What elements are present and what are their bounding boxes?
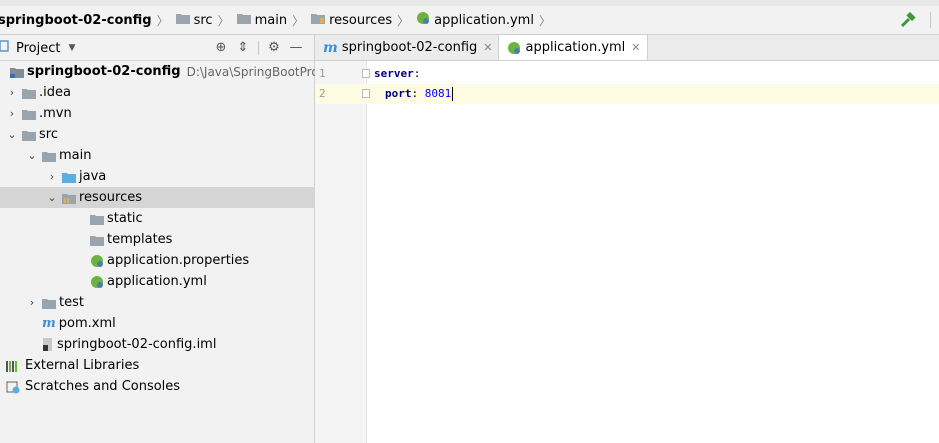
tab-application-yml[interactable]: application.yml ✕ xyxy=(499,35,648,60)
project-tree: springboot-02-config D:\Java\SpringBootP… xyxy=(0,61,341,397)
folder-icon xyxy=(236,12,251,28)
folder-icon xyxy=(22,129,36,141)
editor-tabs: m springboot-02-config ✕ application.yml… xyxy=(315,35,939,61)
menu-strip xyxy=(0,0,939,6)
tree-item-resources[interactable]: ⌄ resources xyxy=(0,187,315,208)
line-number: 1 xyxy=(319,67,326,80)
gear-icon[interactable]: ⚙ xyxy=(263,40,285,55)
yaml-value: 8081 xyxy=(424,87,452,100)
yaml-key: port xyxy=(385,87,412,100)
chevron-right-icon: 〉 xyxy=(292,13,305,28)
breadcrumb-item-main[interactable]: main xyxy=(235,12,287,28)
breadcrumb-item-resources[interactable]: resources xyxy=(309,12,392,28)
tree-item-application-properties[interactable]: › application.properties xyxy=(0,250,315,271)
chevron-right-icon: 〉 xyxy=(397,13,410,28)
chevron-down-icon[interactable]: ⌄ xyxy=(6,128,18,141)
chevron-right-icon: 〉 xyxy=(217,13,230,28)
spring-leaf-icon xyxy=(90,275,104,289)
folder-icon xyxy=(175,12,190,28)
tree-item-pom[interactable]: › m pom.xml xyxy=(0,313,315,334)
project-panel-toolbar: ⊕ ⇕ ⚙ — xyxy=(210,40,307,55)
chevron-right-icon[interactable]: › xyxy=(6,86,18,99)
project-view-selector[interactable]: Project ▼ xyxy=(0,40,75,56)
project-window-icon xyxy=(0,40,10,56)
tree-item-mvn[interactable]: › .mvn xyxy=(0,103,315,124)
spring-leaf-icon xyxy=(416,11,430,29)
minus-icon[interactable]: — xyxy=(285,40,307,55)
project-panel-header: Project ▼ ⊕ ⇕ ⚙ — xyxy=(0,35,315,61)
library-bars-icon xyxy=(6,360,22,372)
maven-m-icon: m xyxy=(42,316,56,331)
tree-item-iml[interactable]: › springboot-02-config.iml xyxy=(0,334,315,355)
editor-gutter xyxy=(315,61,367,443)
scratches-icon xyxy=(6,380,22,394)
toolbar-divider xyxy=(258,40,259,55)
module-folder-icon xyxy=(10,66,24,78)
fold-marker-icon[interactable] xyxy=(362,69,370,78)
tree-item-scratches[interactable]: Scratches and Consoles xyxy=(0,376,315,397)
fold-marker-icon[interactable] xyxy=(362,89,370,98)
folder-icon xyxy=(42,150,56,162)
chevron-down-icon[interactable]: ⌄ xyxy=(26,149,38,162)
tab-pom[interactable]: m springboot-02-config ✕ xyxy=(315,35,500,60)
resources-folder-icon xyxy=(62,192,76,204)
iml-file-icon xyxy=(42,337,54,352)
breadcrumb: springboot-02-config 〉 src 〉 main 〉 reso… xyxy=(0,11,556,29)
folder-icon xyxy=(22,108,36,120)
spring-leaf-icon xyxy=(507,41,521,55)
caret-down-icon: ▼ xyxy=(68,43,76,53)
chevron-right-icon[interactable]: › xyxy=(26,296,38,309)
navigation-bar: springboot-02-config 〉 src 〉 main 〉 reso… xyxy=(0,0,939,35)
project-panel: Project ▼ ⊕ ⇕ ⚙ — springboot-02-config D… xyxy=(0,35,341,443)
chevron-down-icon[interactable]: ⌄ xyxy=(46,191,58,204)
hammer-icon[interactable] xyxy=(900,11,916,31)
crosshair-icon[interactable]: ⊕ xyxy=(210,40,232,55)
breadcrumb-item-project[interactable]: springboot-02-config xyxy=(0,13,152,28)
breadcrumb-item-src[interactable]: src xyxy=(174,12,213,28)
folder-icon xyxy=(42,297,56,309)
tree-item-external-libraries[interactable]: External Libraries xyxy=(0,355,315,376)
tree-item-src[interactable]: ⌄ src xyxy=(0,124,315,145)
close-icon[interactable]: ✕ xyxy=(631,41,640,54)
tree-item-main[interactable]: ⌄ main xyxy=(0,145,315,166)
text-cursor xyxy=(452,87,454,101)
tree-item-idea[interactable]: › .idea xyxy=(0,82,315,103)
breadcrumb-item-file[interactable]: application.yml xyxy=(414,11,534,29)
folder-icon xyxy=(90,234,104,246)
code-line-2[interactable]: 2 port: 8081 xyxy=(315,84,939,104)
chevron-right-icon: 〉 xyxy=(538,13,551,28)
folder-icon xyxy=(90,213,104,225)
tree-item-root[interactable]: springboot-02-config D:\Java\SpringBootP… xyxy=(0,61,341,82)
folder-icon xyxy=(22,87,36,99)
chevron-right-icon: 〉 xyxy=(156,13,169,28)
spring-leaf-icon xyxy=(90,254,104,268)
tree-item-java[interactable]: › java xyxy=(0,166,315,187)
source-folder-icon xyxy=(62,171,76,183)
maven-m-icon: m xyxy=(323,39,338,56)
chevron-right-icon[interactable]: › xyxy=(6,107,18,120)
tree-item-templates[interactable]: › templates xyxy=(0,229,315,250)
collapse-icon[interactable]: ⇕ xyxy=(232,40,254,55)
tree-item-application-yml[interactable]: › application.yml xyxy=(0,271,315,292)
editor-area: m springboot-02-config ✕ application.yml… xyxy=(315,35,939,443)
tree-item-test[interactable]: › test xyxy=(0,292,315,313)
chevron-right-icon[interactable]: › xyxy=(46,170,58,183)
resources-folder-icon xyxy=(311,12,326,28)
line-number: 2 xyxy=(319,87,326,100)
code-line-1[interactable]: 1 server: xyxy=(315,64,939,84)
tree-item-static[interactable]: › static xyxy=(0,208,315,229)
close-icon[interactable]: ✕ xyxy=(483,41,492,54)
toolbar-divider xyxy=(930,12,931,28)
yaml-key: server xyxy=(374,67,414,80)
